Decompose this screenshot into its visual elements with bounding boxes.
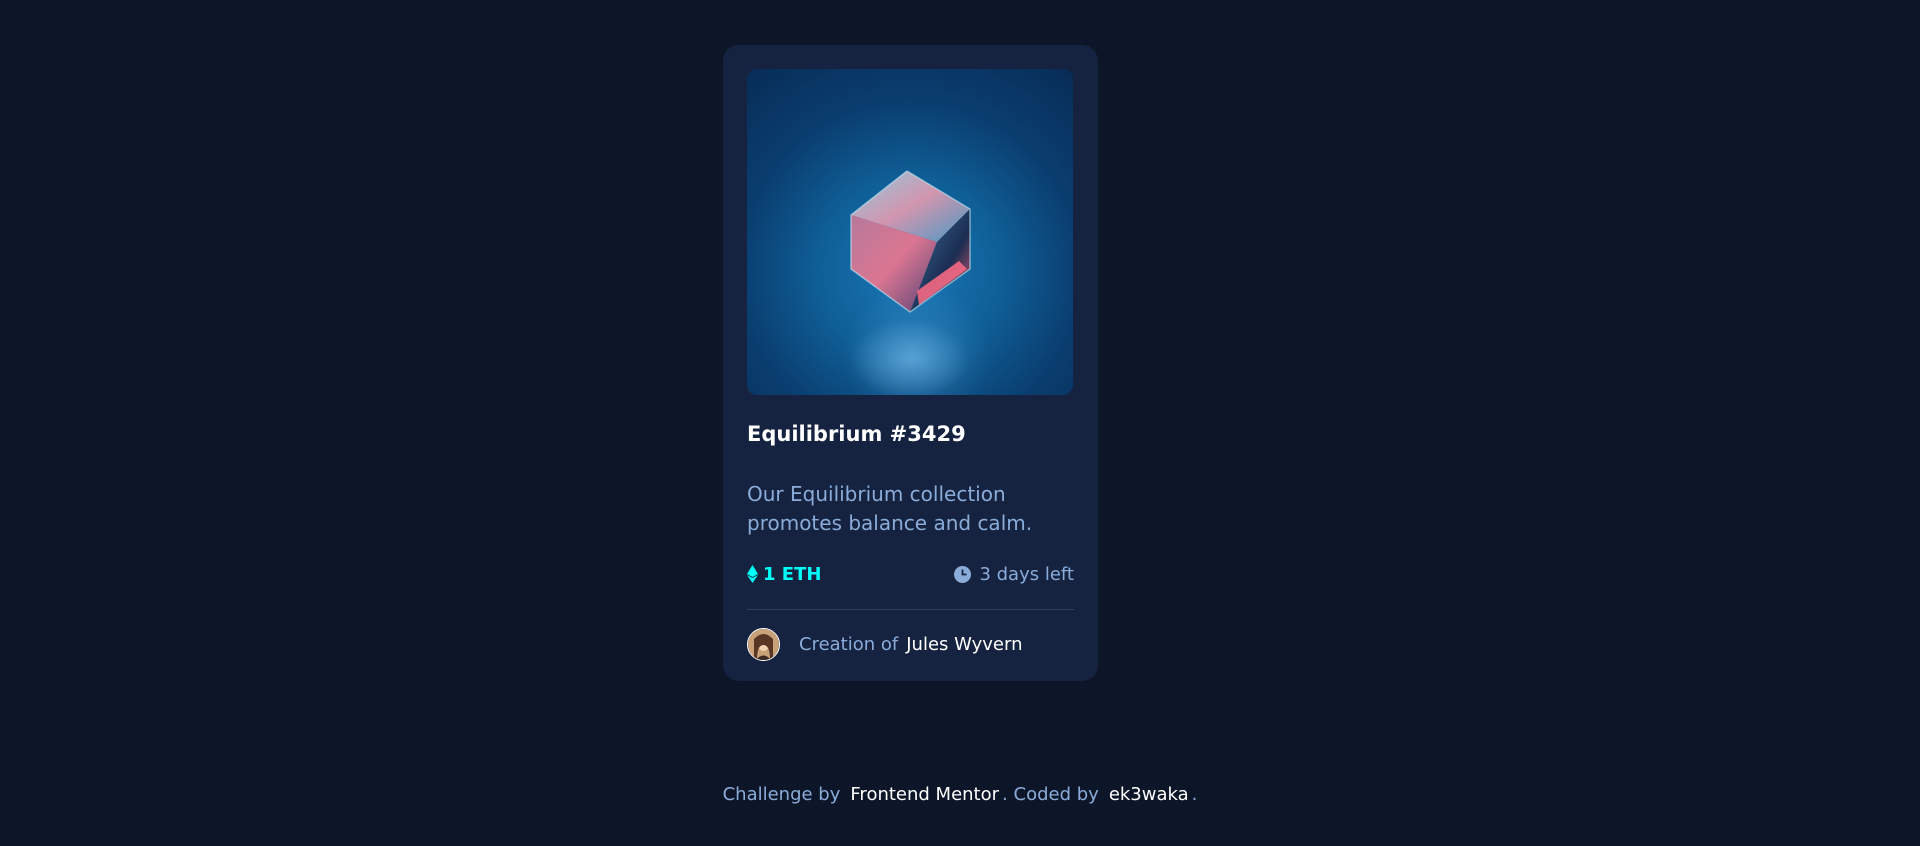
- nft-card: Equilibrium #3429 Our Equilibrium collec…: [723, 45, 1098, 681]
- price-value: 1 ETH: [763, 563, 822, 585]
- creator-name[interactable]: Jules Wyvern: [906, 634, 1022, 655]
- nft-image[interactable]: [747, 69, 1073, 395]
- ethereum-icon: [747, 565, 758, 583]
- frontend-mentor-link[interactable]: Frontend Mentor: [850, 784, 999, 805]
- attribution: Challenge by Frontend Mentor. Coded by ek3…: [0, 784, 1920, 805]
- time-left-label: 3 days left: [979, 563, 1074, 585]
- nft-description: Our Equilibrium collection promotes bala…: [747, 482, 1033, 535]
- nft-title[interactable]: Equilibrium #3429: [747, 420, 1074, 448]
- attribution-dot-1: .: [1002, 784, 1008, 805]
- attribution-coded-by: Coded by: [1013, 784, 1099, 805]
- divider: [747, 609, 1074, 610]
- price: 1 ETH: [747, 564, 821, 585]
- author-link[interactable]: ek3waka: [1109, 784, 1189, 805]
- nft-meta: 1 ETH 3 days left: [747, 563, 1074, 585]
- attribution-dot-2: .: [1191, 784, 1198, 805]
- creator-label: Creation of: [799, 634, 899, 655]
- creator: Creation of Jules Wyvern: [747, 628, 1074, 661]
- avatar: [747, 628, 780, 661]
- time-left: 3 days left: [954, 564, 1074, 585]
- clock-icon: [954, 565, 972, 583]
- cube-illustration: [850, 170, 971, 395]
- attribution-prefix: Challenge by: [722, 784, 841, 805]
